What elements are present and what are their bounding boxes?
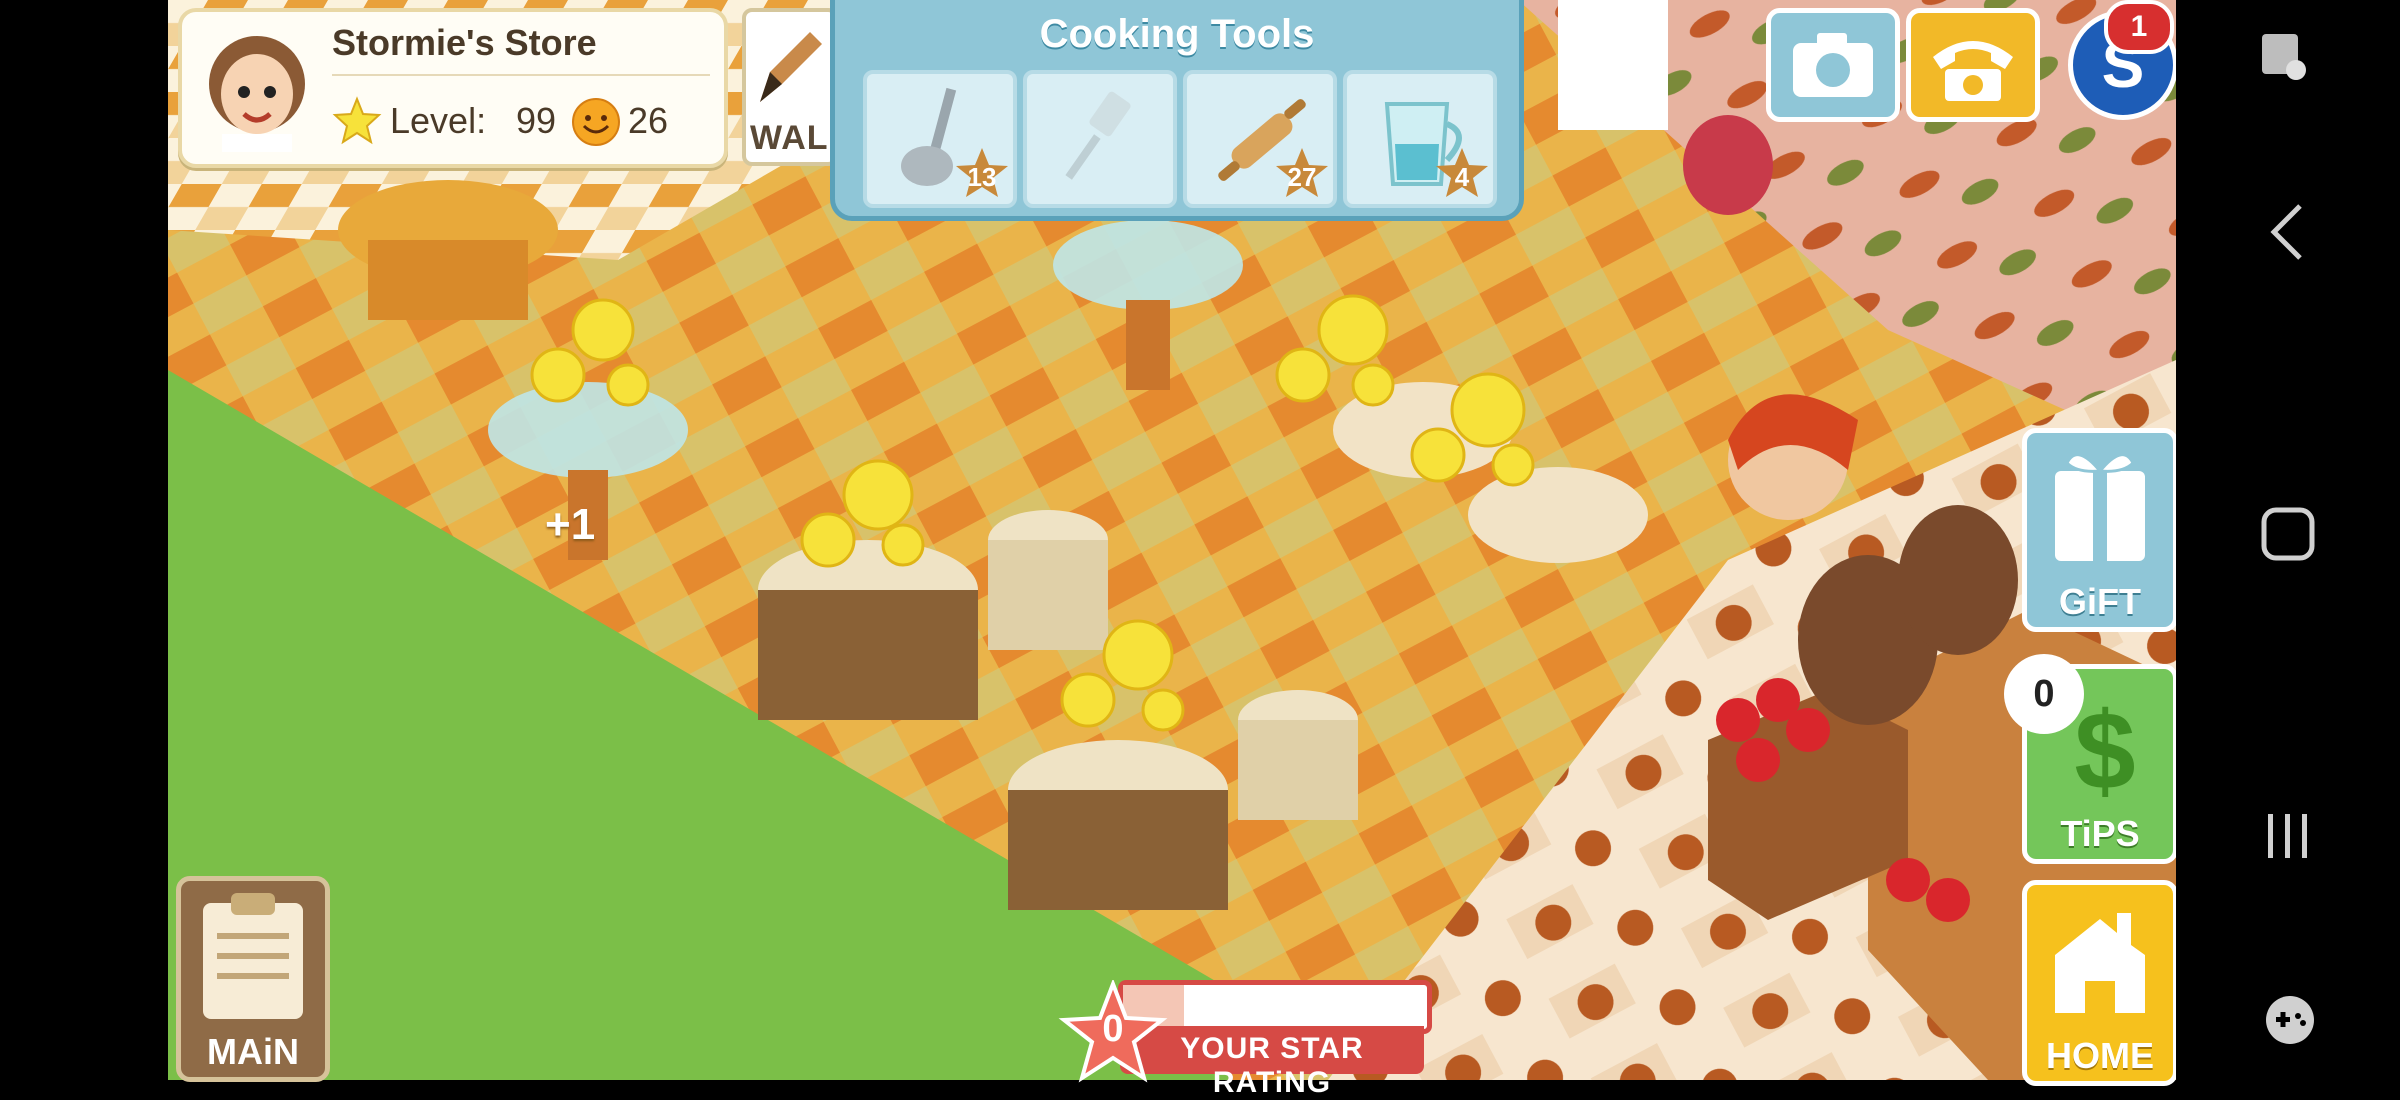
store-name: Stormie's Store: [332, 22, 597, 63]
notification-badge: 1: [2104, 0, 2174, 54]
camera-icon: [1793, 33, 1873, 97]
main-label: MAiN: [207, 1031, 299, 1072]
main-menu-button[interactable]: MAiN: [176, 876, 330, 1082]
svg-text:$: $: [2074, 690, 2135, 813]
phone-button[interactable]: [1906, 8, 2040, 122]
gift-button[interactable]: GiFT: [2022, 428, 2178, 632]
home-nav-icon[interactable]: [2258, 504, 2318, 564]
plus-one-indicator: +1: [545, 500, 596, 549]
level-label: Level:: [390, 100, 487, 141]
screen-pin-icon[interactable]: [2254, 28, 2318, 92]
tool-slot-rolling-pin[interactable]: 27: [1183, 70, 1337, 208]
divider: [332, 74, 710, 76]
back-icon[interactable]: [2262, 200, 2314, 264]
star-rating-value: 0: [1102, 1008, 1124, 1050]
system-navigation-bar: [2176, 0, 2400, 1080]
tips-label: TiPS: [2060, 813, 2140, 854]
tips-count: 0: [2004, 654, 2084, 734]
tool-slot-ladle[interactable]: 13: [863, 70, 1017, 208]
wall-button[interactable]: WALL: [742, 8, 849, 166]
cooking-tools-panel: Cooking Tools 13 27 4: [830, 0, 1524, 221]
star-rating-meter: YOUR STAR RATiNG 0: [1058, 980, 1432, 1099]
smile-count: 26: [628, 100, 669, 141]
chef-avatar: [209, 36, 305, 152]
recent-apps-icon[interactable]: [2260, 808, 2316, 864]
ladle-count: 13: [967, 162, 997, 192]
tool-slot-measuring-cup[interactable]: 4: [1343, 70, 1497, 208]
cooking-tools-title: Cooking Tools: [1039, 12, 1315, 56]
tool-count-badge: 4: [1433, 146, 1491, 200]
tool-count-badge-empty: [1113, 146, 1171, 200]
tool-count-badge: 27: [1273, 146, 1331, 200]
tool-count-badge: 13: [953, 146, 1011, 200]
game-tools-icon[interactable]: [2260, 990, 2320, 1050]
home-label: HOME: [2046, 1035, 2154, 1076]
pencil-icon: [760, 32, 822, 102]
phone-icon: [1933, 41, 2013, 101]
tool-slot-spatula[interactable]: [1023, 70, 1177, 208]
clipboard-icon: [203, 893, 303, 1019]
gift-label: GiFT: [2059, 581, 2141, 622]
measuring-cup-count: 4: [1454, 162, 1470, 192]
store-info-panel[interactable]: Stormie's Store Level: 99 26: [178, 8, 728, 168]
star-icon: [332, 96, 382, 145]
camera-button[interactable]: [1766, 8, 1900, 122]
home-icon: [2055, 913, 2145, 1013]
smile-icon: [572, 98, 620, 146]
rolling-pin-count: 27: [1287, 162, 1317, 192]
home-button[interactable]: HOME: [2022, 880, 2178, 1086]
gift-icon: [2055, 453, 2145, 561]
level-value: 99: [516, 100, 557, 141]
